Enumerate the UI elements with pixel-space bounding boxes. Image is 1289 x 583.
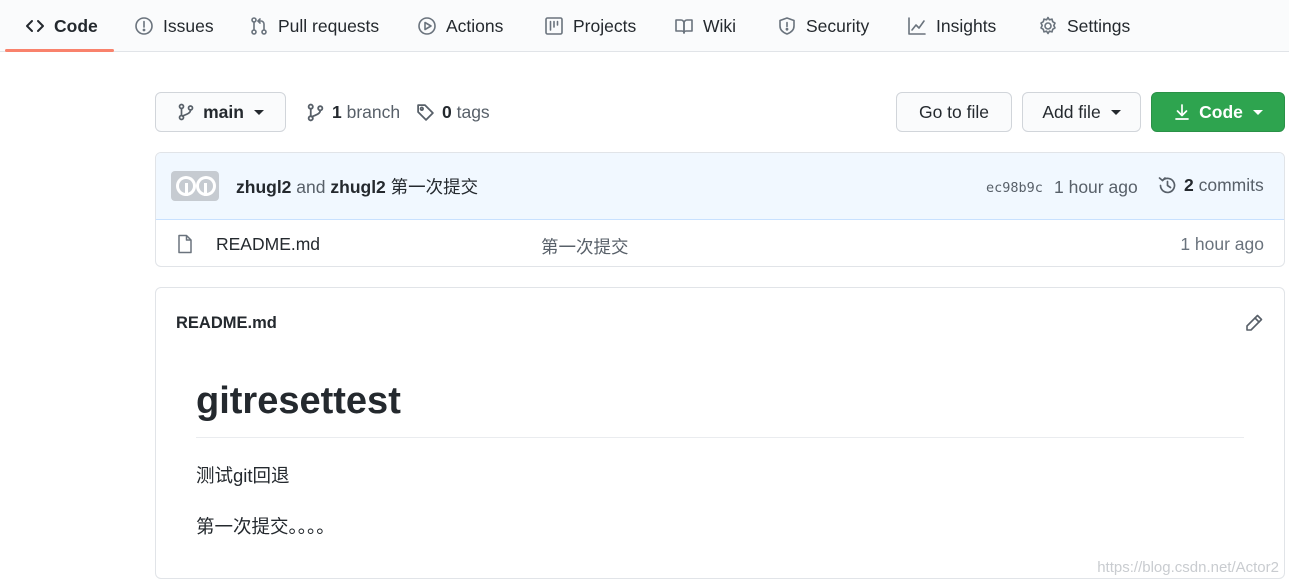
readme-paragraph: 第一次提交。。。。 bbox=[196, 516, 335, 537]
tab-label: Insights bbox=[936, 15, 997, 36]
graph-icon bbox=[908, 17, 926, 35]
tab-label: Pull requests bbox=[278, 15, 380, 36]
branch-name: main bbox=[203, 101, 244, 122]
book-icon bbox=[675, 19, 693, 34]
tab-settings[interactable]: Settings bbox=[1038, 0, 1130, 52]
file-name-link[interactable]: README.md bbox=[216, 234, 320, 255]
tab-label: Actions bbox=[446, 15, 504, 36]
tab-label: Settings bbox=[1067, 15, 1131, 36]
commit-author-link[interactable]: zhugl2 bbox=[236, 177, 291, 197]
tab-insights[interactable]: Insights bbox=[907, 0, 996, 52]
tags-link[interactable]: 0 tags bbox=[416, 96, 490, 128]
commit-time: 1 hour ago bbox=[1054, 177, 1138, 197]
branch-select-button[interactable]: main bbox=[155, 92, 286, 132]
avatar[interactable] bbox=[171, 171, 219, 201]
tab-label: Projects bbox=[573, 15, 637, 36]
tab-label: Code bbox=[54, 15, 98, 36]
tag-count: 0 bbox=[442, 101, 452, 122]
pencil-icon[interactable] bbox=[1244, 313, 1264, 333]
tab-wiki[interactable]: Wiki bbox=[674, 0, 736, 52]
tab-security[interactable]: Security bbox=[777, 0, 869, 52]
tab-projects[interactable]: Projects bbox=[544, 0, 636, 52]
add-file-button[interactable]: Add file bbox=[1022, 92, 1141, 132]
tab-code[interactable]: Code bbox=[25, 0, 98, 52]
code-icon bbox=[26, 20, 44, 32]
go-to-file-button[interactable]: Go to file bbox=[896, 92, 1012, 132]
download-icon bbox=[1175, 104, 1189, 120]
readme-heading: gitresettest bbox=[196, 380, 401, 422]
tab-pull-requests[interactable]: Pull requests bbox=[249, 0, 379, 52]
go-to-file-label: Go to file bbox=[918, 101, 990, 122]
chevron-down-icon bbox=[253, 109, 264, 115]
readme-filename: README.md bbox=[176, 314, 277, 332]
repo-nav: Code Issues Pull requests Actions Projec… bbox=[0, 0, 1289, 52]
readme-paragraph: 测试git回退 bbox=[196, 465, 290, 486]
tab-issues[interactable]: Issues bbox=[134, 0, 214, 52]
commit-sha-link[interactable]: ec98b9c bbox=[986, 180, 1043, 196]
gear-icon bbox=[1040, 16, 1056, 35]
commit-message-link[interactable]: 第一次提交 bbox=[391, 177, 479, 197]
commit-count: 2 bbox=[1184, 175, 1194, 195]
shield-icon bbox=[779, 17, 795, 35]
branches-link[interactable]: 1 branch bbox=[306, 96, 400, 128]
tab-label: Security bbox=[806, 15, 870, 36]
chevron-down-icon bbox=[1252, 109, 1263, 115]
commit-coauthor-link[interactable]: zhugl2 bbox=[330, 177, 385, 197]
commit-joiner: and bbox=[296, 177, 326, 197]
code-button-label: Code bbox=[1199, 101, 1243, 122]
project-icon bbox=[545, 17, 563, 35]
tab-label: Issues bbox=[163, 15, 214, 36]
play-icon bbox=[418, 17, 436, 35]
watermark: https://blog.csdn.net/Actor2 bbox=[1097, 559, 1279, 576]
pull-request-icon bbox=[251, 17, 267, 35]
branch-count: 1 bbox=[332, 101, 342, 122]
chevron-down-icon bbox=[1110, 109, 1121, 115]
tag-word: tags bbox=[456, 101, 490, 122]
active-tab-indicator bbox=[5, 49, 114, 52]
branch-icon bbox=[307, 103, 324, 121]
readme-panel: README.md gitresettest 测试git回退 第一次提交。。。。 bbox=[155, 287, 1285, 579]
branch-word: branch bbox=[346, 101, 401, 122]
branch-icon bbox=[178, 103, 194, 121]
issue-icon bbox=[135, 17, 153, 35]
latest-commit-bar: zhugl2 and zhugl2 第一次提交 ec98b9c 1 hour a… bbox=[156, 153, 1284, 220]
code-download-button[interactable]: Code bbox=[1151, 92, 1285, 132]
commit-word: commits bbox=[1198, 175, 1264, 195]
commits-history-link[interactable]: 2 commits bbox=[1157, 175, 1264, 196]
heading-divider bbox=[196, 437, 1244, 438]
file-list: zhugl2 and zhugl2 第一次提交 ec98b9c 1 hour a… bbox=[155, 152, 1285, 267]
file-commit-message-link[interactable]: 第一次提交 bbox=[541, 234, 629, 259]
tab-label: Wiki bbox=[703, 15, 737, 36]
commit-summary: zhugl2 and zhugl2 第一次提交 bbox=[236, 174, 478, 199]
file-commit-time: 1 hour ago bbox=[1180, 234, 1264, 254]
tag-icon bbox=[417, 103, 434, 121]
history-icon bbox=[1158, 177, 1176, 194]
tab-actions[interactable]: Actions bbox=[417, 0, 503, 52]
file-icon bbox=[178, 234, 192, 254]
table-row[interactable]: README.md 第一次提交 1 hour ago bbox=[156, 220, 1284, 266]
add-file-label: Add file bbox=[1042, 101, 1101, 122]
